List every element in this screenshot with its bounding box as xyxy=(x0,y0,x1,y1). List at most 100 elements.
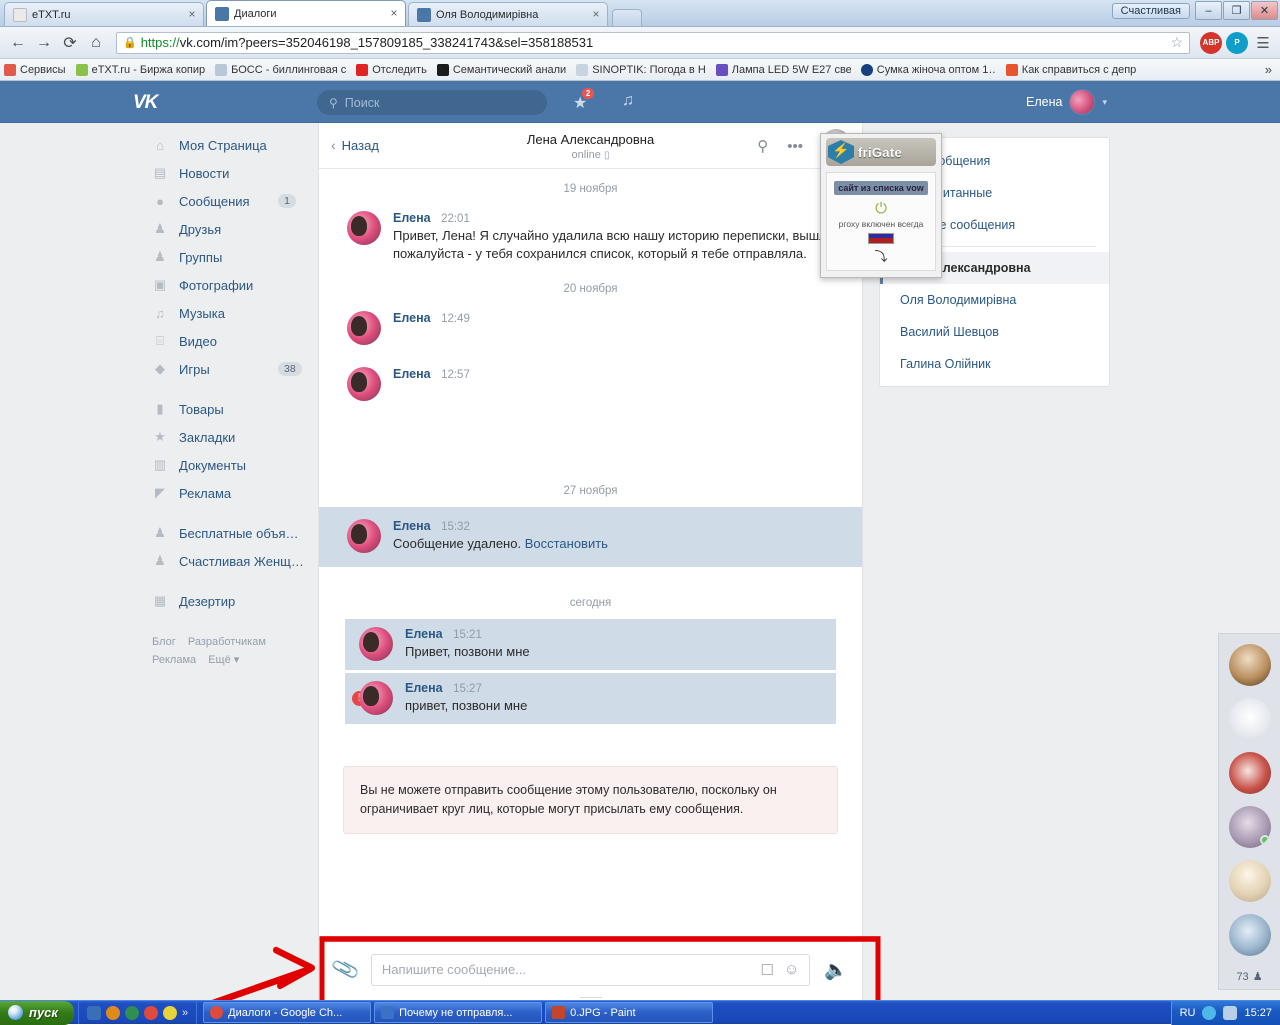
browser-tab-2[interactable]: Оля Володимирівна × xyxy=(408,2,608,26)
conversation-item[interactable]: Оля Володимирівна xyxy=(880,284,1109,316)
adblock-extension-icon[interactable]: ABP xyxy=(1200,32,1222,54)
composer-resize-handle[interactable] xyxy=(580,997,602,998)
sidebar-item-messages[interactable]: ● Сообщения 1 xyxy=(0,187,318,215)
restore-message-link[interactable]: Восстановить xyxy=(525,536,608,551)
down-arrow-icon[interactable]: ⤵ xyxy=(830,246,932,265)
chrome-icon[interactable] xyxy=(144,1006,158,1020)
search-input[interactable]: ⚲ Поиск xyxy=(317,90,547,115)
bookmark-item[interactable]: Сумка жіноча оптом 1… xyxy=(861,64,996,76)
attachment-icon[interactable]: 📎 xyxy=(329,953,361,985)
pocket-extension-icon[interactable]: P xyxy=(1226,32,1248,54)
chrome-menu-icon[interactable]: ☰ xyxy=(1252,34,1274,52)
bookmark-item[interactable]: БОСС - биллинговая с xyxy=(215,64,346,76)
back-icon[interactable]: ← xyxy=(6,31,30,55)
footer-link-developers[interactable]: Разработчикам xyxy=(188,636,266,648)
more-options-icon[interactable]: ••• xyxy=(787,138,803,155)
reload-icon[interactable]: ⟳ xyxy=(58,31,82,55)
message-sender[interactable]: Елена xyxy=(393,367,431,381)
tab-title: Оля Володимирівна xyxy=(436,9,589,21)
opera-icon[interactable] xyxy=(125,1006,139,1020)
bookmarks-overflow-icon[interactable]: » xyxy=(1265,62,1276,77)
sidebar-item-dezertir[interactable]: ▦ Дезертир xyxy=(0,587,318,615)
clock[interactable]: 15:27 xyxy=(1244,1007,1272,1019)
sidebar-item-music[interactable]: ♫ Музыка xyxy=(0,299,318,327)
date-separator: 20 ноября xyxy=(319,269,862,305)
power-icon[interactable]: ⏻ xyxy=(830,200,932,217)
yandex-icon[interactable] xyxy=(163,1006,177,1020)
footer-link-more[interactable]: Ещё ▾ xyxy=(208,654,239,666)
network-icon[interactable] xyxy=(1202,1006,1216,1020)
tab-close-icon[interactable]: × xyxy=(185,8,199,22)
avatar[interactable] xyxy=(1229,914,1271,956)
sidebar-item-free-ads[interactable]: ♟ Бесплатные объя… xyxy=(0,519,318,547)
sidebar-item-friends[interactable]: ♟ Друзья xyxy=(0,215,318,243)
vk-logo-icon[interactable]: VK xyxy=(133,92,157,114)
browser-tab-0[interactable]: eTXT.ru × xyxy=(4,2,204,26)
bookmark-item[interactable]: Отследить xyxy=(356,64,427,76)
avatar[interactable] xyxy=(1229,806,1271,848)
amber-icon[interactable] xyxy=(106,1006,120,1020)
bookmark-item[interactable]: Лампа LED 5W E27 све xyxy=(716,64,851,76)
avatar[interactable] xyxy=(1229,752,1271,794)
frigate-popup[interactable]: friGate сайт из списка vow ⏻ ргоху включ… xyxy=(820,133,942,278)
show-desktop-icon[interactable] xyxy=(87,1006,101,1020)
chrome-profile-badge[interactable]: Счастливая xyxy=(1112,3,1190,19)
taskbar-item-paint[interactable]: 0.JPG - Paint xyxy=(545,1002,713,1023)
conversation-item[interactable]: Василий Шевцов xyxy=(880,316,1109,348)
taskbar-item-word[interactable]: Почему не отправля... xyxy=(374,1002,542,1023)
sidebar-item-games[interactable]: ◆ Игры 38 xyxy=(0,355,318,383)
tab-close-icon[interactable]: × xyxy=(387,7,401,21)
footer-link-blog[interactable]: Блог xyxy=(152,636,176,648)
bookmark-item[interactable]: SINOPTIK: Погода в Н xyxy=(576,64,706,76)
home-icon[interactable]: ⌂ xyxy=(84,31,108,55)
footer-link-ads[interactable]: Реклама xyxy=(152,654,196,666)
message-sender[interactable]: Елена xyxy=(393,211,431,225)
message-sender[interactable]: Елена xyxy=(405,627,443,641)
avatar[interactable] xyxy=(1229,644,1271,686)
tab-close-icon[interactable]: × xyxy=(589,8,603,22)
start-button[interactable]: пуск xyxy=(0,1001,74,1025)
lock-icon: 🔒 xyxy=(123,36,137,49)
message-input[interactable]: Напишите сообщение... ☐ ☺ xyxy=(371,954,810,986)
monitor-icon[interactable] xyxy=(1223,1006,1237,1020)
message-sender[interactable]: Елена xyxy=(393,519,431,533)
avatar[interactable] xyxy=(1229,698,1271,740)
music-icon[interactable]: ♫ xyxy=(622,92,634,110)
taskbar-item-chrome[interactable]: Диалоги - Google Ch... xyxy=(203,1002,371,1023)
account-menu[interactable]: Елена ▾ xyxy=(1026,89,1107,115)
bookmark-item[interactable]: Как справиться с депр xyxy=(1006,64,1137,76)
message-sender[interactable]: Елена xyxy=(393,311,431,325)
emoji-icon[interactable]: ☺ xyxy=(784,961,799,978)
bookmark-item[interactable]: Семантический анали xyxy=(437,64,566,76)
forward-icon[interactable]: → xyxy=(32,31,56,55)
message-sender[interactable]: Елена xyxy=(405,681,443,695)
search-icon[interactable]: ⚲ xyxy=(757,137,768,155)
quick-launch-overflow-icon[interactable]: » xyxy=(182,1007,188,1019)
sidebar-item-groups[interactable]: ♟ Группы xyxy=(0,243,318,271)
sidebar-item-photos[interactable]: ▣ Фотографии xyxy=(0,271,318,299)
sidebar-item-my-page[interactable]: ⌂ Моя Страница xyxy=(0,131,318,159)
sidebar-item-video[interactable]: ⌸ Видео xyxy=(0,327,318,355)
camera-icon[interactable]: ☐ xyxy=(761,961,774,979)
sidebar-item-documents[interactable]: ▥ Документы xyxy=(0,451,318,479)
bookmark-item[interactable]: eTXT.ru - Биржа копир xyxy=(76,64,206,76)
sidebar-item-happy-woman[interactable]: ♟ Счастливая Женщ… xyxy=(0,547,318,575)
microphone-icon[interactable]: 🔈 xyxy=(824,958,848,982)
new-tab-button[interactable] xyxy=(612,9,642,26)
language-indicator[interactable]: RU xyxy=(1180,1007,1196,1019)
sidebar-item-goods[interactable]: ▮ Товары xyxy=(0,395,318,423)
close-button[interactable]: ✕ xyxy=(1251,1,1278,20)
bookmark-item[interactable]: Сервисы xyxy=(4,64,66,76)
sidebar-item-bookmarks[interactable]: ★ Закладки xyxy=(0,423,318,451)
address-bar[interactable]: 🔒 https://vk.com/im?peers=352046198_1578… xyxy=(116,32,1190,54)
message-list[interactable]: 19 ноября Елена 22:01 Привет, Лена! Я сл… xyxy=(319,169,862,938)
bookmark-star-icon[interactable]: ☆ xyxy=(1170,34,1183,51)
sidebar-item-ads[interactable]: ◤ Реклама xyxy=(0,479,318,507)
maximize-button[interactable]: ❐ xyxy=(1223,1,1250,20)
sidebar-item-news[interactable]: ▤ Новости xyxy=(0,159,318,187)
minimize-button[interactable]: – xyxy=(1195,1,1222,20)
avatar[interactable] xyxy=(1229,860,1271,902)
browser-tab-1[interactable]: Диалоги × xyxy=(206,0,406,26)
conversation-item[interactable]: Галина Олійник xyxy=(880,348,1109,380)
notifications-icon[interactable]: ★ 2 xyxy=(573,93,587,113)
